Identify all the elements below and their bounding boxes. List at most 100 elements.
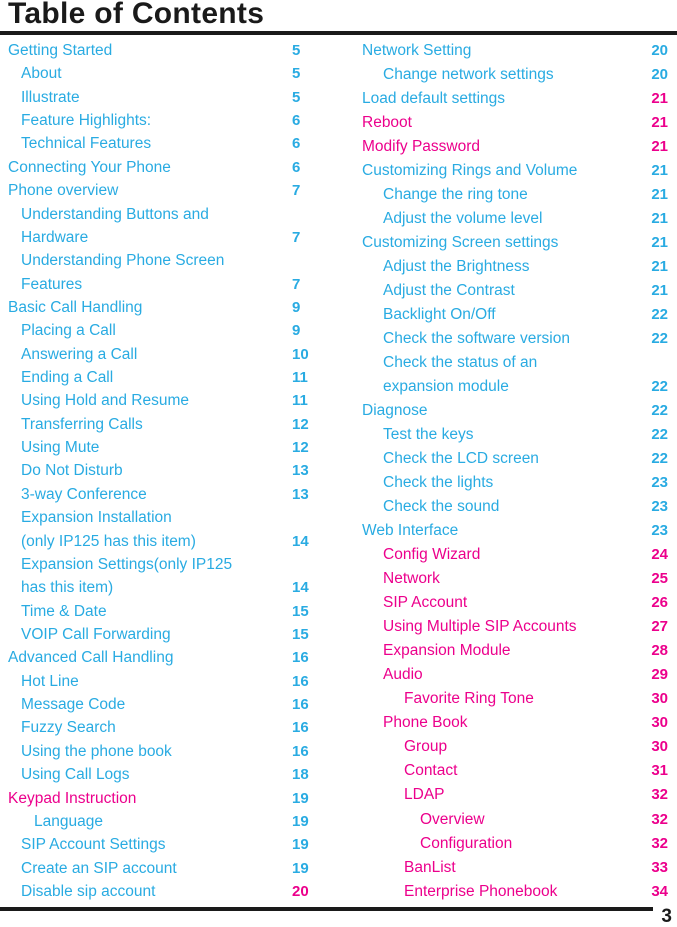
- toc-entry-page-number: 20: [292, 882, 309, 900]
- toc-entry[interactable]: Contact 31: [362, 762, 668, 779]
- toc-entry[interactable]: Connecting Your Phone 6: [8, 159, 340, 176]
- toc-entry[interactable]: Adjust the Brightness 21: [362, 258, 668, 275]
- toc-entry[interactable]: Using Mute 12: [8, 439, 340, 456]
- toc-left-column: Getting Started 5 About 5 Illustrate 5 Feature…: [0, 42, 340, 902]
- toc-entry[interactable]: Load default settings 21: [362, 90, 668, 107]
- toc-entry[interactable]: Keypad Instruction 19: [8, 790, 340, 807]
- toc-entry-page-number: 21: [651, 186, 668, 204]
- footer-divider: [0, 907, 653, 911]
- toc-entry[interactable]: Check the sound 23: [362, 498, 668, 515]
- toc-entry[interactable]: Change the ring tone 21: [362, 186, 668, 203]
- toc-entry[interactable]: Enterprise Phonebook 34: [362, 883, 668, 900]
- toc-entry[interactable]: About 5: [8, 65, 340, 82]
- toc-entry-label: Check the status of an: [383, 354, 538, 372]
- toc-entry-page-number: 30: [651, 738, 668, 756]
- toc-entry[interactable]: Phone Book 30: [362, 714, 668, 731]
- toc-entry[interactable]: 3-way Conference 13: [8, 486, 340, 503]
- toc-entry[interactable]: Diagnose 22: [362, 402, 668, 419]
- toc-entry[interactable]: has this item) 14: [8, 579, 340, 596]
- toc-entry-label: Connecting Your Phone: [8, 158, 171, 176]
- toc-entry[interactable]: BanList 33: [362, 859, 668, 876]
- toc-entry[interactable]: Customizing Rings and Volume 21: [362, 162, 668, 179]
- toc-entry[interactable]: Placing a Call 9: [8, 322, 340, 339]
- toc-entry[interactable]: Fuzzy Search 16: [8, 719, 340, 736]
- toc-entry[interactable]: Create an SIP account 19: [8, 860, 340, 877]
- toc-entry[interactable]: Expansion Installation: [8, 509, 340, 526]
- toc-entry[interactable]: (only IP125 has this item) 14: [8, 533, 340, 550]
- toc-entry[interactable]: Understanding Phone Screen: [8, 252, 340, 269]
- toc-entry[interactable]: Advanced Call Handling 16: [8, 649, 340, 666]
- toc-entry[interactable]: Using the phone book 16: [8, 743, 340, 760]
- toc-entry[interactable]: Using Call Logs 18: [8, 766, 340, 783]
- toc-entry[interactable]: Check the software version 22: [362, 330, 668, 347]
- toc-entry[interactable]: Transferring Calls 12: [8, 416, 340, 433]
- toc-entry[interactable]: Expansion Module 28: [362, 642, 668, 659]
- toc-entry[interactable]: Phone overview 7: [8, 182, 340, 199]
- toc-entry[interactable]: Check the status of an: [362, 354, 668, 371]
- toc-entry[interactable]: Modify Password 21: [362, 138, 668, 155]
- toc-entry[interactable]: Test the keys 22: [362, 426, 668, 443]
- toc-entry[interactable]: Answering a Call 10: [8, 346, 340, 363]
- toc-entry-page-number: 5: [292, 88, 301, 106]
- toc-entry-label: Create an SIP account: [21, 859, 177, 877]
- toc-entry[interactable]: Hot Line 16: [8, 673, 340, 690]
- toc-entry[interactable]: Getting Started 5: [8, 42, 340, 59]
- toc-entry[interactable]: Using Hold and Resume 11: [8, 392, 340, 409]
- toc-entry[interactable]: Message Code 16: [8, 696, 340, 713]
- toc-entry[interactable]: Technical Features 6: [8, 135, 340, 152]
- toc-entry[interactable]: Expansion Settings(only IP125: [8, 556, 340, 573]
- toc-entry[interactable]: Reboot 21: [362, 114, 668, 131]
- toc-entry-page-number: 12: [292, 415, 309, 433]
- toc-entry[interactable]: Using Multiple SIP Accounts 27: [362, 618, 668, 635]
- toc-entry-page-number: 6: [292, 158, 301, 176]
- toc-entry[interactable]: Configuration 32: [362, 835, 668, 852]
- toc-entry[interactable]: Disable sip account 20: [8, 883, 340, 900]
- toc-entry[interactable]: Check the LCD screen 22: [362, 450, 668, 467]
- toc-entry[interactable]: Backlight On/Off 22: [362, 306, 668, 323]
- toc-entry[interactable]: Language 19: [8, 813, 340, 830]
- toc-entry[interactable]: Do Not Disturb 13: [8, 462, 340, 479]
- toc-entry[interactable]: Basic Call Handling 9: [8, 299, 340, 316]
- toc-entry[interactable]: Network Setting 20: [362, 42, 668, 59]
- toc-entry[interactable]: expansion module 22: [362, 378, 668, 395]
- toc-entry[interactable]: Config Wizard 24: [362, 546, 668, 563]
- toc-entry-label: Basic Call Handling: [8, 298, 143, 316]
- toc-entry-label: Test the keys: [383, 426, 474, 444]
- toc-entry-page-number: 16: [292, 696, 309, 714]
- toc-entry[interactable]: Time & Date 15: [8, 603, 340, 620]
- toc-entry[interactable]: VOIP Call Forwarding 15: [8, 626, 340, 643]
- header-divider: [0, 31, 677, 35]
- toc-entry[interactable]: Feature Highlights: 6: [8, 112, 340, 129]
- toc-entry-label: Placing a Call: [21, 322, 116, 340]
- toc-entry-label: Expansion Module: [383, 642, 511, 660]
- toc-entry[interactable]: Audio 29: [362, 666, 668, 683]
- toc-entry[interactable]: Overview 32: [362, 811, 668, 828]
- toc-entry[interactable]: Ending a Call 11: [8, 369, 340, 386]
- toc-entry[interactable]: Group 30: [362, 738, 668, 755]
- toc-entry[interactable]: Customizing Screen settings 21: [362, 234, 668, 251]
- toc-entry[interactable]: Web Interface 23: [362, 522, 668, 539]
- toc-entry-label: About: [21, 65, 62, 83]
- toc-entry[interactable]: LDAP 32: [362, 786, 668, 803]
- toc-entry-label: LDAP: [404, 786, 445, 804]
- toc-entry[interactable]: SIP Account Settings 19: [8, 836, 340, 853]
- toc-entry-page-number: 24: [651, 546, 668, 564]
- toc-entry[interactable]: Network 25: [362, 570, 668, 587]
- toc-entry-label: SIP Account: [383, 594, 468, 612]
- toc-entry[interactable]: Understanding Buttons and: [8, 206, 340, 223]
- toc-entry[interactable]: Favorite Ring Tone 30: [362, 690, 668, 707]
- toc-entry-page-number: 28: [651, 642, 668, 660]
- toc-entry-label: has this item): [21, 579, 114, 597]
- toc-entry[interactable]: Adjust the volume level 21: [362, 210, 668, 227]
- toc-columns: Getting Started 5 About 5 Illustrate 5 Feature…: [0, 42, 677, 902]
- toc-entry[interactable]: Illustrate 5: [8, 89, 340, 106]
- toc-entry-page-number: 16: [292, 719, 309, 737]
- toc-entry[interactable]: Check the lights 23: [362, 474, 668, 491]
- toc-entry[interactable]: SIP Account 26: [362, 594, 668, 611]
- toc-entry[interactable]: Features 7: [8, 276, 340, 293]
- toc-entry[interactable]: Hardware 7: [8, 229, 340, 246]
- toc-entry[interactable]: Adjust the Contrast 21: [362, 282, 668, 299]
- toc-entry-label: expansion module: [383, 378, 509, 396]
- toc-entry[interactable]: Change network settings 20: [362, 66, 668, 83]
- toc-entry-label: Network Setting: [362, 42, 472, 59]
